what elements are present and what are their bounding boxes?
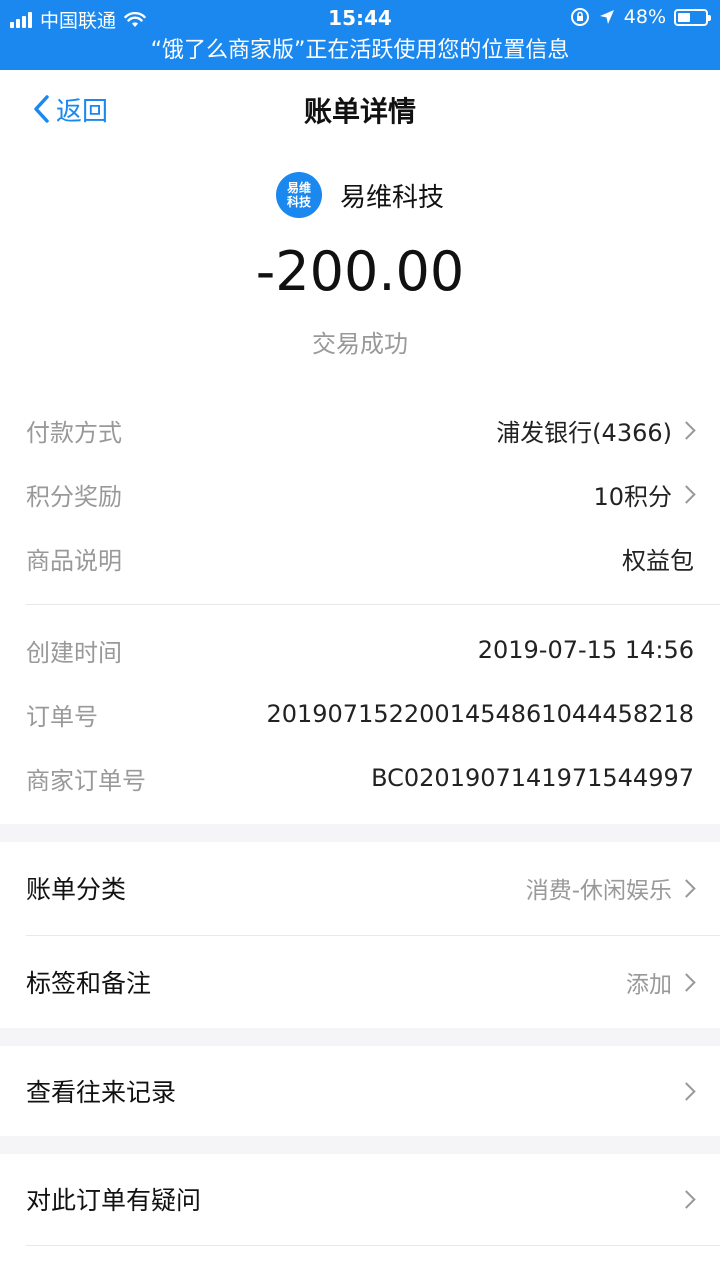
payment-method-label: 付款方式 [26, 418, 122, 447]
bill-details: 付款方式 浦发银行(4366) 积分奖励 10积分 商品说明 权益包 创建时间 … [0, 392, 720, 824]
points-label: 积分奖励 [26, 482, 122, 511]
payment-method-row[interactable]: 付款方式 浦发银行(4366) [26, 398, 694, 462]
merchant-order-no-label: 商家订单号 [26, 766, 146, 795]
created-time-label: 创建时间 [26, 638, 122, 667]
back-button[interactable]: 返回 [32, 90, 108, 128]
bill-category-row[interactable]: 账单分类 消费-休闲娱乐 [26, 842, 694, 934]
tags-notes-value: 添加 [626, 972, 672, 998]
nav-bar: 返回 账单详情 [0, 70, 720, 148]
chevron-left-icon [34, 95, 49, 123]
order-no-value: 2019071522001454861044458218 [266, 700, 694, 728]
chevron-right-icon [682, 1189, 694, 1209]
back-label: 返回 [56, 96, 109, 127]
amount: -200.00 [255, 240, 465, 303]
status-bar: 中国联通 15:44 48% “饿了么商家版”正在活跃使用您的位置信息 [0, 0, 720, 70]
bill-summary: 易维 科技 易维科技 -200.00 交易成功 [0, 148, 720, 392]
order-no-row: 订单号 2019071522001454861044458218 [26, 682, 694, 746]
product-row: 商品说明 权益包 [26, 526, 694, 590]
chevron-right-icon [682, 484, 694, 504]
merchant-order-no-value: BC0201907141971544997 [371, 764, 694, 792]
order-question-row[interactable]: 对此订单有疑问 [26, 1154, 694, 1244]
chevron-right-icon [682, 972, 694, 992]
battery-percent: 48% [623, 6, 666, 28]
merchant-header: 易维 科技 易维科技 [0, 172, 720, 218]
question-group: 对此订单有疑问 [0, 1154, 720, 1280]
bill-options-group: 账单分类 消费-休闲娱乐 标签和备注 添加 [0, 842, 720, 1028]
location-arrow-icon [599, 10, 614, 24]
details-divider [26, 604, 720, 605]
created-time-value: 2019-07-15 14:56 [477, 636, 694, 664]
product-label: 商品说明 [26, 546, 122, 575]
carrier-label: 中国联通 [40, 10, 117, 32]
chevron-right-icon [682, 878, 694, 898]
view-history-row[interactable]: 查看往来记录 [26, 1046, 694, 1136]
merchant-name: 易维科技 [339, 182, 444, 213]
signal-icon [10, 11, 32, 28]
created-time-row: 创建时间 2019-07-15 14:56 [26, 618, 694, 682]
points-value: 10积分 [593, 482, 672, 511]
points-row[interactable]: 积分奖励 10积分 [26, 462, 694, 526]
chevron-right-icon [682, 1081, 694, 1101]
merchant-order-no-row: 商家订单号 BC0201907141971544997 [26, 746, 694, 810]
product-value: 权益包 [622, 546, 694, 575]
rotation-lock-icon [570, 8, 589, 26]
bill-category-label: 账单分类 [26, 875, 127, 904]
tags-notes-row[interactable]: 标签和备注 添加 [26, 936, 694, 1028]
view-history-label: 查看往来记录 [26, 1078, 177, 1107]
transaction-status: 交易成功 [312, 330, 408, 358]
battery-icon [674, 8, 711, 26]
location-banner[interactable]: “饿了么商家版”正在活跃使用您的位置信息 [0, 36, 720, 68]
group-divider [26, 1245, 720, 1246]
bill-category-value: 消费-休闲娱乐 [525, 878, 672, 904]
payment-method-value: 浦发银行(4366) [496, 418, 672, 447]
history-group: 查看往来记录 [0, 1046, 720, 1136]
merchant-logo: 易维 科技 [275, 172, 322, 218]
chevron-right-icon [682, 420, 694, 440]
order-no-label: 订单号 [26, 702, 98, 731]
order-question-label: 对此订单有疑问 [26, 1186, 202, 1215]
tags-notes-label: 标签和备注 [26, 969, 152, 998]
wifi-icon [124, 11, 146, 27]
